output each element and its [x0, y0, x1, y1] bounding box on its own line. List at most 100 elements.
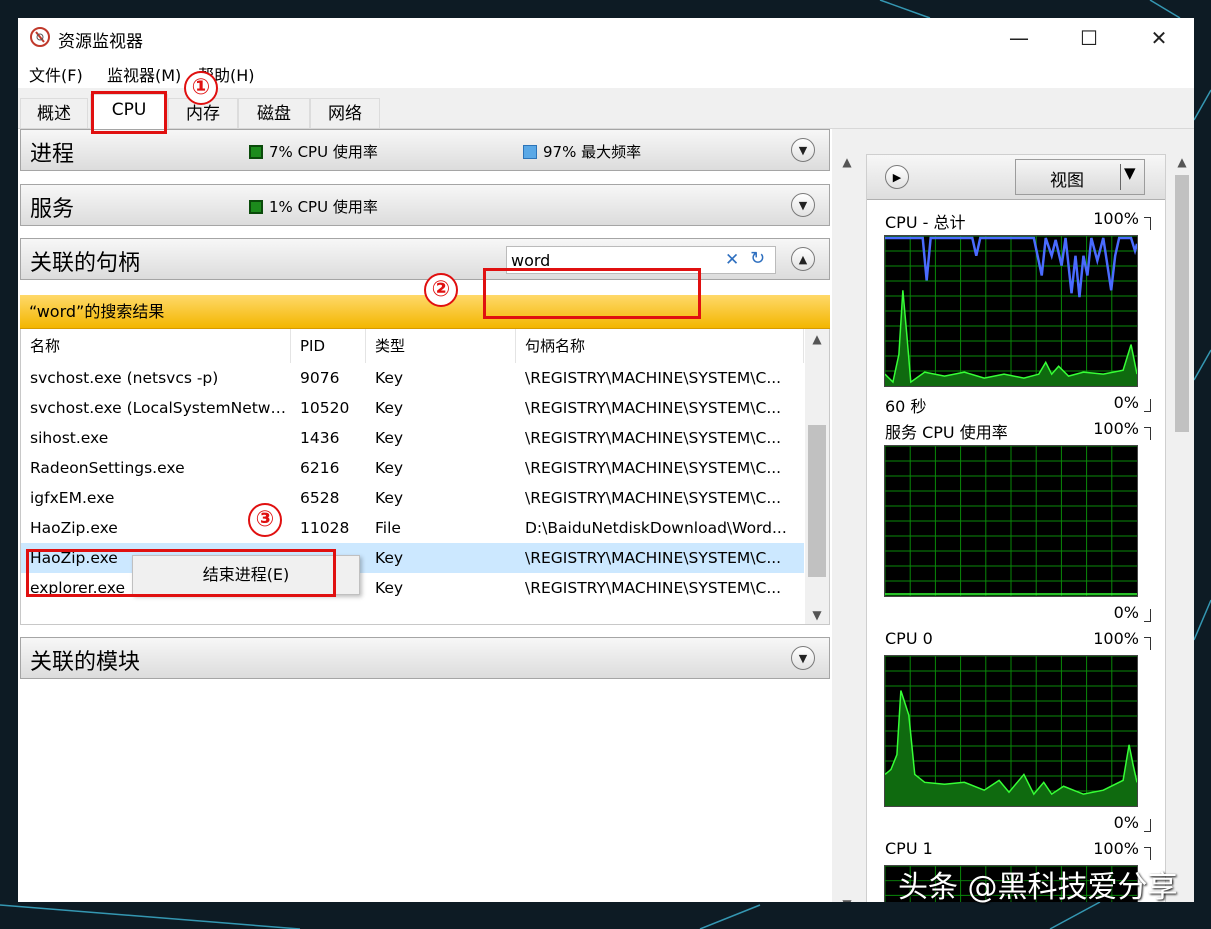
cell-name: svchost.exe (LocalSystemNetwo... [30, 399, 291, 417]
tab-disk[interactable]: 磁盘 [238, 98, 310, 128]
collapse-chevron-icon[interactable]: ▲ [791, 247, 815, 271]
column-header-type[interactable]: 类型 [366, 329, 516, 363]
scroll-up-icon[interactable]: ▲ [838, 155, 856, 169]
column-header-pid[interactable]: PID [291, 329, 366, 363]
services-cpu-text: 1% CPU 使用率 [269, 198, 378, 216]
cell-type: Key [375, 429, 404, 447]
column-header-handle-name[interactable]: 句柄名称 [516, 329, 804, 363]
table-row[interactable]: svchost.exe (LocalSystemNetwo... 10520 Key… [21, 393, 804, 423]
cell-pid: 1436 [300, 429, 340, 447]
processes-section-header[interactable]: 进程 7% CPU 使用率 97% 最大频率 ▼ [20, 129, 830, 171]
view-label: 视图 [1050, 171, 1084, 191]
cell-type: Key [375, 489, 404, 507]
services-section-header[interactable]: 服务 1% CPU 使用率 ▼ [20, 184, 830, 226]
graph-time-label: 60 秒 [885, 397, 927, 416]
dropdown-arrow-icon[interactable]: ▼ [1124, 164, 1136, 182]
close-button[interactable]: ✕ [1136, 22, 1182, 54]
scroll-down-icon[interactable]: ▼ [838, 897, 856, 902]
tab-network[interactable]: 网络 [310, 98, 380, 128]
window-title: 资源监视器 [58, 32, 143, 52]
cell-pid: 6528 [300, 489, 340, 507]
scroll-up-icon[interactable]: ▲ [1172, 155, 1192, 169]
graph-service-cpu [884, 445, 1138, 597]
scroll-up-icon[interactable]: ▲ [805, 329, 829, 349]
graph-title-cpu-total: CPU - 总计 [885, 213, 966, 232]
maximize-button[interactable]: ☐ [1066, 22, 1112, 54]
cell-pid: 9076 [300, 369, 340, 387]
modules-section-header[interactable]: 关联的模块 ▼ [20, 637, 830, 679]
scale-tick [1144, 637, 1151, 650]
graph-max-cpu-total: 100% [1093, 209, 1139, 228]
cell-handle-name: \REGISTRY\MACHINE\SYSTEM\C... [525, 549, 782, 567]
expand-chevron-icon[interactable]: ▼ [791, 646, 815, 670]
cell-type: Key [375, 459, 404, 477]
annotation-box-cpu-tab [91, 91, 167, 134]
table-row[interactable]: igfxEM.exe 6528 Key \REGISTRY\MACHINE\SYSTE… [21, 483, 804, 513]
expand-chevron-icon[interactable]: ▼ [791, 193, 815, 217]
table-row[interactable]: RadeonSettings.exe 6216 Key \REGISTRY\MACHI… [21, 453, 804, 483]
details-pane-scrollbar[interactable]: ▲ ▼ [838, 153, 856, 902]
table-scrollbar[interactable]: ▲ ▼ [805, 329, 829, 624]
scale-tick [1144, 609, 1151, 622]
cell-type: Key [375, 399, 404, 417]
cell-pid: 10520 [300, 399, 350, 417]
cell-name: igfxEM.exe [30, 489, 115, 507]
scrollbar-thumb[interactable] [808, 425, 826, 577]
column-header-name[interactable]: 名称 [21, 329, 291, 363]
search-results-bar: “word”的搜索结果 [20, 295, 830, 329]
cell-handle-name: D:\BaiduNetdiskDownload\Word... [525, 519, 787, 537]
minimize-button[interactable]: — [996, 22, 1042, 54]
collapse-pane-icon[interactable]: ▶ [885, 165, 909, 189]
graph-max-cpu1: 100% [1093, 839, 1139, 858]
title-bar[interactable]: 资源监视器 — ☐ ✕ [18, 18, 1194, 58]
cell-pid: 11028 [300, 519, 350, 537]
resource-monitor-icon [30, 27, 50, 47]
table-row[interactable]: HaoZip.exe 11028 File D:\BaiduNetdiskDownlo… [21, 513, 804, 543]
cell-type: Key [375, 369, 404, 387]
watermark: 头条 @黑科技爱分享 [898, 870, 1178, 905]
scale-tick [1144, 427, 1151, 440]
view-dropdown[interactable]: 视图 ▼ [1015, 159, 1145, 195]
menu-monitor[interactable]: 监视器(M) [107, 62, 181, 86]
processes-title: 进程 [30, 142, 75, 167]
graph-title-service-cpu: 服务 CPU 使用率 [885, 423, 1008, 442]
cell-name: RadeonSettings.exe [30, 459, 185, 477]
cell-type: Key [375, 579, 404, 597]
cpu-usage-legend: 7% CPU 使用率 [249, 141, 378, 162]
clear-search-icon[interactable]: ✕ [725, 250, 739, 270]
cell-handle-name: \REGISTRY\MACHINE\SYSTEM\C... [525, 579, 782, 597]
graph-max-cpu0: 100% [1093, 629, 1139, 648]
annotation-box-context-menu [26, 549, 336, 597]
cell-handle-name: \REGISTRY\MACHINE\SYSTEM\C... [525, 429, 782, 447]
graph-min-service-cpu: 0% [1113, 603, 1139, 622]
table-row[interactable]: sihost.exe 1436 Key \REGISTRY\MACHINE\SYSTE… [21, 423, 804, 453]
cell-handle-name: \REGISTRY\MACHINE\SYSTEM\C... [525, 489, 782, 507]
annotation-number-1: ① [184, 71, 218, 105]
graphs-pane: ▶ 视图 ▼ CPU - 总计 100% 60 秒 0% 服务 CPU 使用率 … [866, 154, 1166, 902]
annotation-number-3: ③ [248, 503, 282, 537]
graph-min-cpu-total: 0% [1113, 393, 1139, 412]
tab-overview[interactable]: 概述 [20, 98, 88, 128]
graph-cpu-total [884, 235, 1138, 387]
scrollbar-thumb[interactable] [1175, 175, 1189, 432]
green-swatch-icon [249, 199, 263, 214]
expand-chevron-icon[interactable]: ▼ [791, 138, 815, 162]
scroll-down-icon[interactable]: ▼ [805, 605, 829, 624]
menu-file[interactable]: 文件(F) [29, 62, 83, 86]
graphs-pane-scrollbar[interactable]: ▲ [1172, 153, 1192, 902]
modules-title: 关联的模块 [30, 650, 141, 675]
handles-section-header[interactable]: 关联的句柄 ✕ ↻ ▲ [20, 238, 830, 280]
annotation-box-search [483, 268, 701, 319]
cell-handle-name: \REGISTRY\MACHINE\SYSTEM\C... [525, 369, 782, 387]
handles-title: 关联的句柄 [30, 251, 141, 276]
graph-title-cpu0: CPU 0 [885, 629, 933, 648]
cell-type: File [375, 519, 401, 537]
table-row[interactable]: svchost.exe (netsvcs -p) 9076 Key \REGISTRY… [21, 363, 804, 393]
refresh-search-icon[interactable]: ↻ [750, 248, 765, 269]
cpu-usage-text: 7% CPU 使用率 [269, 143, 378, 161]
cell-pid: 6216 [300, 459, 340, 477]
graph-title-cpu1: CPU 1 [885, 839, 933, 858]
cell-handle-name: \REGISTRY\MACHINE\SYSTEM\C... [525, 399, 782, 417]
resource-monitor-window: 资源监视器 — ☐ ✕ 文件(F) 监视器(M) 帮助(H) 概述 CPU 内存… [18, 18, 1194, 902]
scale-tick [1144, 217, 1151, 230]
